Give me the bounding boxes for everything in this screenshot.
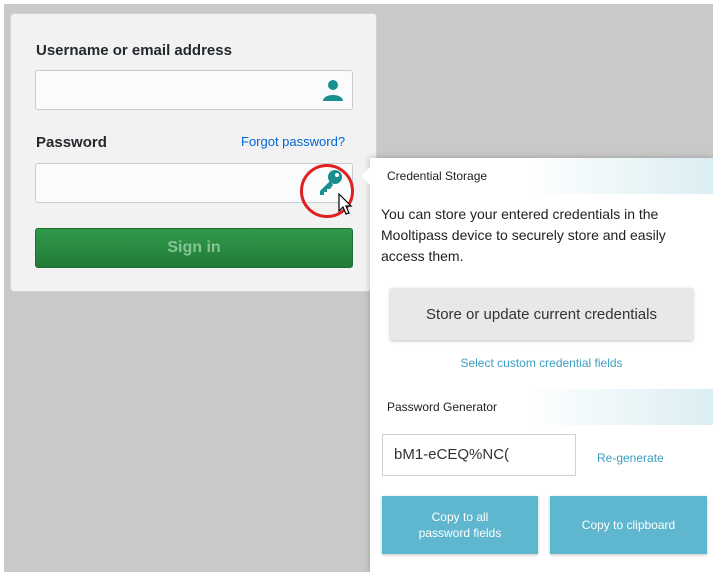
regenerate-link[interactable]: Re-generate — [597, 451, 664, 465]
select-custom-fields-link[interactable]: Select custom credential fields — [370, 356, 713, 370]
credential-storage-description: You can store your entered credentials i… — [381, 206, 666, 264]
mouse-cursor-icon — [338, 193, 353, 215]
sign-in-button[interactable]: Sign in — [35, 228, 353, 268]
login-form: Username or email address Password Forgo… — [10, 13, 377, 292]
user-icon[interactable] — [322, 79, 344, 101]
copy-to-clipboard-button[interactable]: Copy to clipboard — [550, 496, 707, 554]
forgot-password-link[interactable]: Forgot password? — [241, 134, 345, 149]
mooltipass-popup: Credential Storage You can store your en… — [361, 158, 713, 572]
credential-storage-header: Credential Storage — [370, 158, 713, 194]
popup-pointer — [361, 167, 370, 185]
generated-password-field[interactable]: bM1-eCEQ%NC( — [382, 434, 576, 476]
store-credentials-button[interactable]: Store or update current credentials — [390, 288, 693, 340]
copy-all-label-line2: password fields — [418, 526, 502, 540]
password-generator-header: Password Generator — [370, 389, 713, 425]
password-label: Password — [36, 134, 107, 151]
copy-to-all-password-fields-button[interactable]: Copy to all password fields — [382, 496, 538, 554]
username-field[interactable] — [35, 70, 353, 110]
copy-all-label-line1: Copy to all — [431, 510, 489, 524]
username-label: Username or email address — [36, 42, 232, 59]
